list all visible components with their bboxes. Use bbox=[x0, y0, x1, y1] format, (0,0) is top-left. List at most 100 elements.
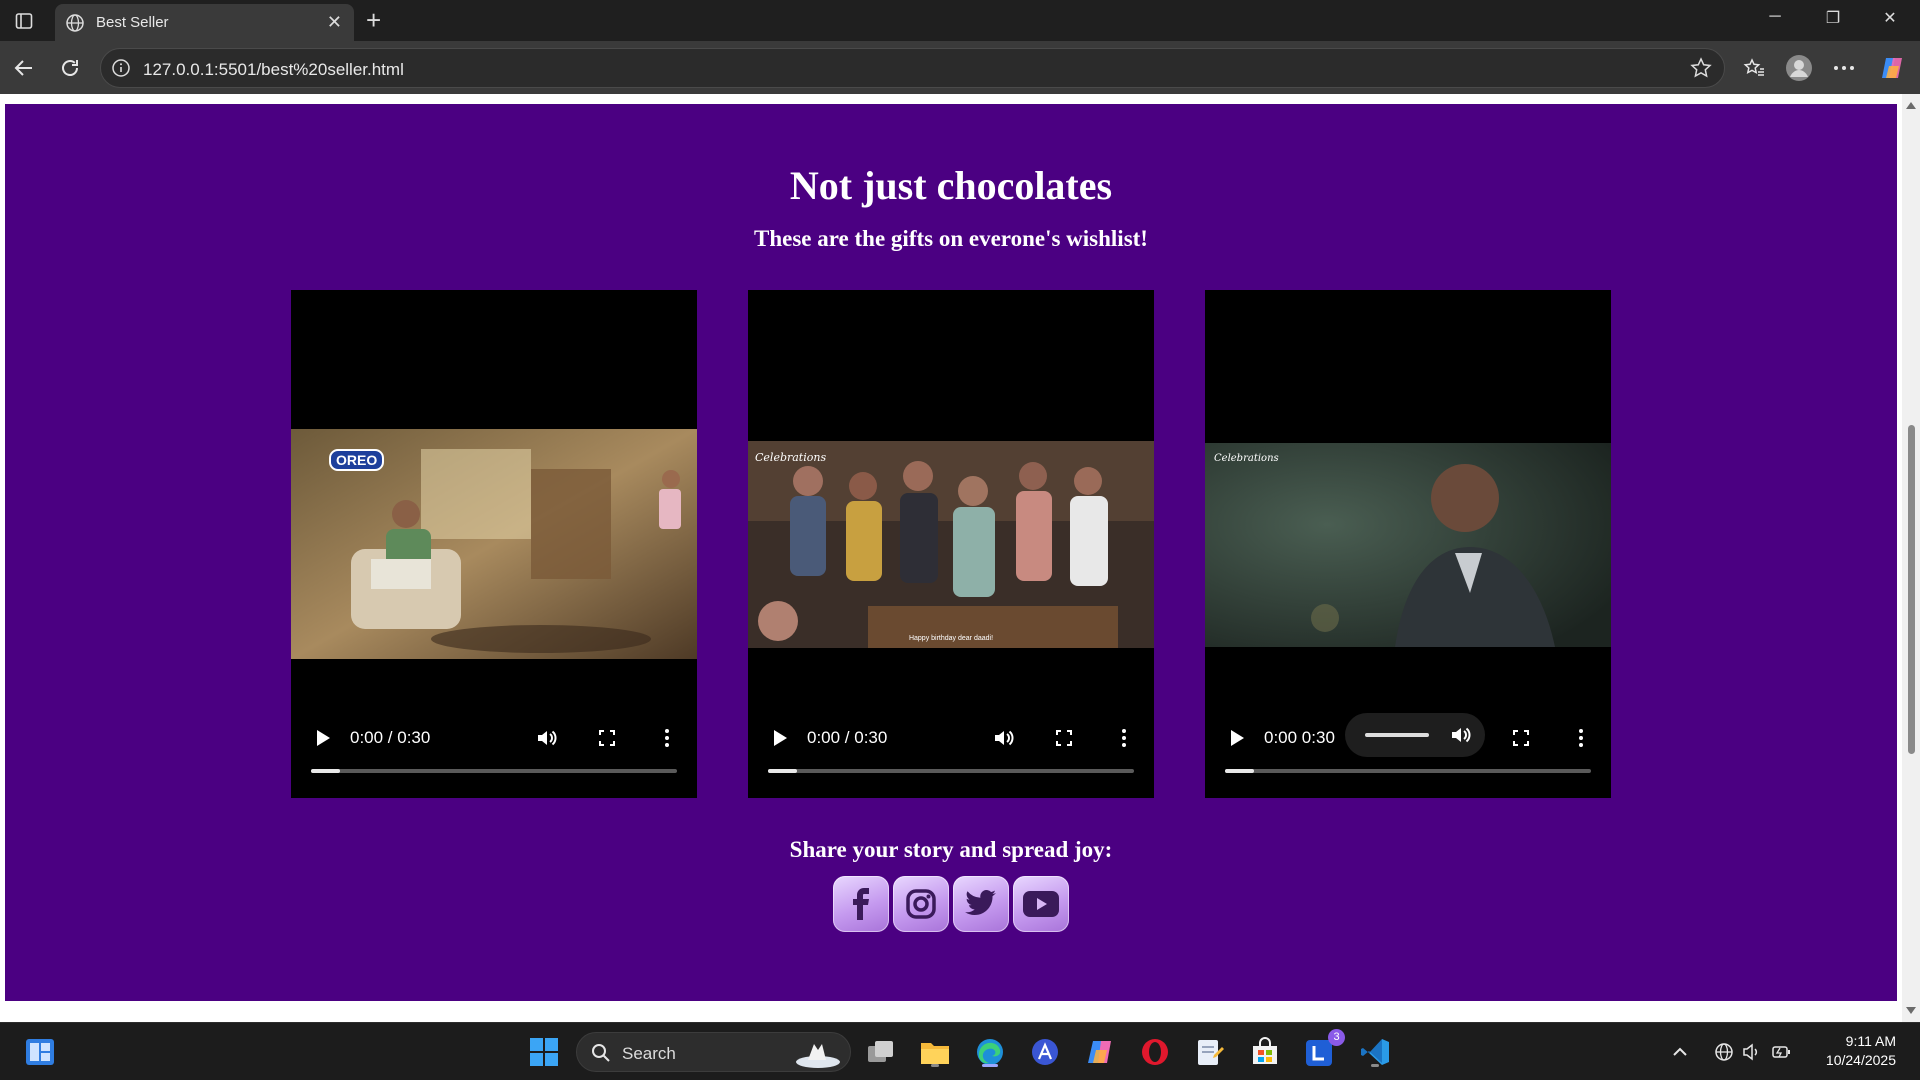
clock[interactable]: 9:11 AM 10/24/2025 bbox=[1826, 1032, 1896, 1070]
scroll-thumb[interactable] bbox=[1908, 425, 1915, 754]
profile-avatar-icon[interactable] bbox=[1785, 54, 1813, 82]
video-player-celebrations-birthday[interactable]: Celebrations Happy birthday dear daadi! … bbox=[748, 290, 1154, 798]
close-window-button[interactable]: ✕ bbox=[1867, 8, 1913, 28]
copilot-icon[interactable] bbox=[1878, 54, 1906, 82]
opera-icon[interactable] bbox=[1138, 1035, 1172, 1069]
page-subheading: These are the gifts on everone's wishlis… bbox=[754, 226, 1148, 251]
restore-button[interactable]: ❐ bbox=[1810, 8, 1856, 28]
video-frame: Celebrations Happy birthday dear daadi! bbox=[748, 441, 1154, 648]
site-info-icon[interactable] bbox=[111, 58, 131, 78]
volume-icon[interactable] bbox=[992, 726, 1016, 750]
video-controls: 0:00 / 0:30 bbox=[291, 720, 697, 780]
play-icon[interactable] bbox=[774, 730, 787, 746]
fullscreen-icon[interactable] bbox=[1052, 726, 1076, 750]
video-controls: 0:00 0:30 bbox=[1205, 713, 1611, 780]
video-brand-logo: OREO bbox=[329, 449, 385, 471]
video-progress-bar[interactable] bbox=[1225, 769, 1591, 773]
microsoft-store-icon[interactable] bbox=[1248, 1035, 1282, 1069]
video-caption: Happy birthday dear daadi! bbox=[908, 635, 994, 642]
favorite-star-icon[interactable] bbox=[1690, 57, 1712, 79]
globe-icon bbox=[65, 13, 85, 33]
fullscreen-icon[interactable] bbox=[1509, 726, 1533, 750]
facebook-link[interactable] bbox=[833, 876, 889, 932]
fullscreen-icon[interactable] bbox=[595, 726, 619, 750]
youtube-icon bbox=[1023, 891, 1059, 917]
more-options-icon[interactable] bbox=[1569, 726, 1593, 750]
video-player-oreo[interactable]: OREO 0:00 / 0:30 bbox=[291, 290, 697, 798]
share-heading: Share your story and spread joy: bbox=[789, 837, 1113, 862]
favorites-icon[interactable] bbox=[1740, 54, 1768, 82]
scroll-up-arrow-icon[interactable] bbox=[1906, 102, 1916, 109]
address-bar[interactable]: 127.0.0.1:5501/best%20seller.html bbox=[100, 48, 1725, 88]
file-explorer-icon[interactable] bbox=[918, 1035, 952, 1069]
twitter-link[interactable] bbox=[953, 876, 1009, 932]
copilot-taskbar-icon[interactable] bbox=[1083, 1035, 1117, 1069]
network-icon[interactable] bbox=[1712, 1035, 1736, 1069]
instagram-link[interactable] bbox=[893, 876, 949, 932]
video-time: 0:00 0:30 bbox=[1264, 728, 1335, 747]
notification-badge: 3 bbox=[1328, 1029, 1345, 1046]
facebook-icon bbox=[853, 888, 869, 920]
notepad-icon[interactable] bbox=[1193, 1035, 1227, 1069]
volume-slider-popup[interactable] bbox=[1345, 713, 1485, 757]
volume-icon[interactable] bbox=[535, 726, 559, 750]
volume-icon[interactable] bbox=[1449, 723, 1473, 747]
tab-title: Best Seller bbox=[96, 14, 169, 31]
clock-date: 10/24/2025 bbox=[1825, 1052, 1896, 1068]
video-brand-logo: Celebrations bbox=[755, 451, 827, 464]
video-frame: Celebrations bbox=[1205, 443, 1611, 647]
back-icon[interactable] bbox=[10, 54, 38, 82]
more-menu-icon[interactable] bbox=[1830, 54, 1858, 82]
close-tab-icon[interactable]: ✕ bbox=[327, 12, 342, 33]
video-player-celebrations-father[interactable]: Celebrations 0:00 0:30 bbox=[1205, 290, 1611, 798]
page-scrollbar[interactable] bbox=[1902, 94, 1920, 1022]
edge-browser-icon[interactable] bbox=[973, 1035, 1007, 1069]
video-frame: OREO bbox=[291, 429, 697, 659]
show-hidden-icons-chevron-icon[interactable] bbox=[1670, 1035, 1690, 1069]
play-icon[interactable] bbox=[317, 730, 330, 746]
tab-strip: Best Seller ✕ + ─ ❐ ✕ bbox=[0, 0, 1920, 41]
taskbar-search[interactable]: Search bbox=[576, 1032, 851, 1072]
twitter-icon bbox=[965, 890, 996, 915]
video-progress-bar[interactable] bbox=[768, 769, 1134, 773]
new-tab-button[interactable]: + bbox=[366, 5, 381, 36]
instagram-icon bbox=[906, 889, 936, 919]
browser-toolbar: 127.0.0.1:5501/best%20seller.html bbox=[0, 41, 1920, 94]
video-brand-logo: Celebrations bbox=[1214, 453, 1279, 464]
vscode-icon[interactable] bbox=[1358, 1035, 1392, 1069]
app-l-icon[interactable]: 3 bbox=[1303, 1029, 1345, 1069]
video-time: 0:00 / 0:30 bbox=[807, 728, 888, 747]
scroll-down-arrow-icon[interactable] bbox=[1906, 1007, 1916, 1014]
youtube-link[interactable] bbox=[1013, 876, 1069, 932]
tab-actions-icon[interactable] bbox=[12, 9, 36, 33]
url-text: 127.0.0.1:5501/best%20seller.html bbox=[143, 60, 404, 79]
active-tab[interactable]: Best Seller ✕ bbox=[55, 4, 354, 41]
best-seller-section: Not just chocolates These are the gifts … bbox=[5, 104, 1897, 1001]
more-options-icon[interactable] bbox=[655, 726, 679, 750]
social-links bbox=[833, 876, 1073, 932]
progress-fill bbox=[311, 769, 341, 773]
search-placeholder: Search bbox=[622, 1044, 676, 1063]
widgets-icon[interactable] bbox=[23, 1035, 57, 1069]
refresh-icon[interactable] bbox=[56, 54, 84, 82]
battery-icon[interactable] bbox=[1770, 1035, 1794, 1069]
app-a-icon[interactable] bbox=[1028, 1035, 1062, 1069]
start-windows-icon[interactable] bbox=[527, 1035, 561, 1069]
video-controls: 0:00 / 0:30 bbox=[748, 720, 1154, 780]
minimize-button[interactable]: ─ bbox=[1752, 8, 1798, 26]
page-heading: Not just chocolates bbox=[789, 163, 1113, 208]
volume-slider[interactable] bbox=[1365, 733, 1429, 737]
running-indicator bbox=[1371, 1064, 1379, 1067]
more-options-icon[interactable] bbox=[1112, 726, 1136, 750]
play-icon[interactable] bbox=[1231, 730, 1244, 746]
search-icon bbox=[591, 1043, 611, 1068]
active-indicator bbox=[982, 1064, 998, 1067]
video-time: 0:00 / 0:30 bbox=[350, 728, 431, 747]
running-indicator bbox=[931, 1064, 939, 1067]
speaker-icon[interactable] bbox=[1740, 1035, 1764, 1069]
video-progress-bar[interactable] bbox=[311, 769, 677, 773]
windows-taskbar: Search 3 9:11 AM 10/24/2025 bbox=[0, 1022, 1920, 1080]
clock-time: 9:11 AM bbox=[1845, 1033, 1896, 1049]
search-highlight-icon bbox=[788, 1036, 842, 1075]
task-view-icon[interactable] bbox=[864, 1035, 898, 1069]
